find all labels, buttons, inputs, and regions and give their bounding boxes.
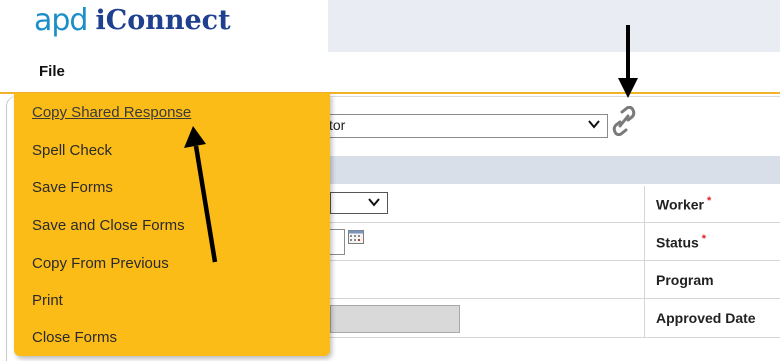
row-divider xyxy=(330,222,780,223)
date-input[interactable] xyxy=(330,229,345,255)
menu-item-copy-from-previous[interactable]: Copy From Previous xyxy=(32,255,169,272)
menu-item-print[interactable]: Print xyxy=(32,292,63,309)
form-type-select[interactable]: tor xyxy=(310,114,608,138)
row-divider xyxy=(330,337,780,338)
required-marker: * xyxy=(701,233,707,245)
status-label-text: Status xyxy=(656,234,699,251)
disabled-field xyxy=(330,305,460,333)
field-select[interactable] xyxy=(330,192,388,214)
menu-item-spell-check[interactable]: Spell Check xyxy=(32,142,112,159)
menu-file[interactable]: File xyxy=(39,63,65,80)
logo-area: apd iConnect xyxy=(0,0,328,52)
file-menu-dropdown: Copy Shared Response Spell Check Save Fo… xyxy=(14,93,330,356)
menu-item-save-forms[interactable]: Save Forms xyxy=(32,179,113,196)
calendar-icon[interactable] xyxy=(348,230,364,244)
required-marker: * xyxy=(706,195,712,207)
link-icon[interactable] xyxy=(610,106,638,136)
logo-text-iconnect: iConnect xyxy=(95,4,231,36)
chevron-down-icon xyxy=(588,120,600,129)
worker-label: Worker * xyxy=(656,195,711,213)
menu-item-save-and-close-forms[interactable]: Save and Close Forms xyxy=(32,217,185,234)
chevron-down-icon xyxy=(368,198,380,207)
row-divider xyxy=(330,260,780,261)
menu-item-close-forms[interactable]: Close Forms xyxy=(32,329,117,346)
row-divider xyxy=(330,298,780,299)
program-label: Program xyxy=(656,272,714,288)
status-label: Status * xyxy=(656,233,706,251)
form-type-select-value: tor xyxy=(329,117,346,133)
menu-bar: File xyxy=(0,52,780,94)
worker-label-text: Worker xyxy=(656,196,704,213)
column-divider xyxy=(644,186,645,338)
section-header-bar xyxy=(330,156,780,184)
app-logo: apd iConnect xyxy=(34,0,231,40)
menu-item-copy-shared-response[interactable]: Copy Shared Response xyxy=(32,104,191,121)
logo-text-apd: apd xyxy=(34,2,88,38)
approved-date-label: Approved Date xyxy=(656,310,756,326)
